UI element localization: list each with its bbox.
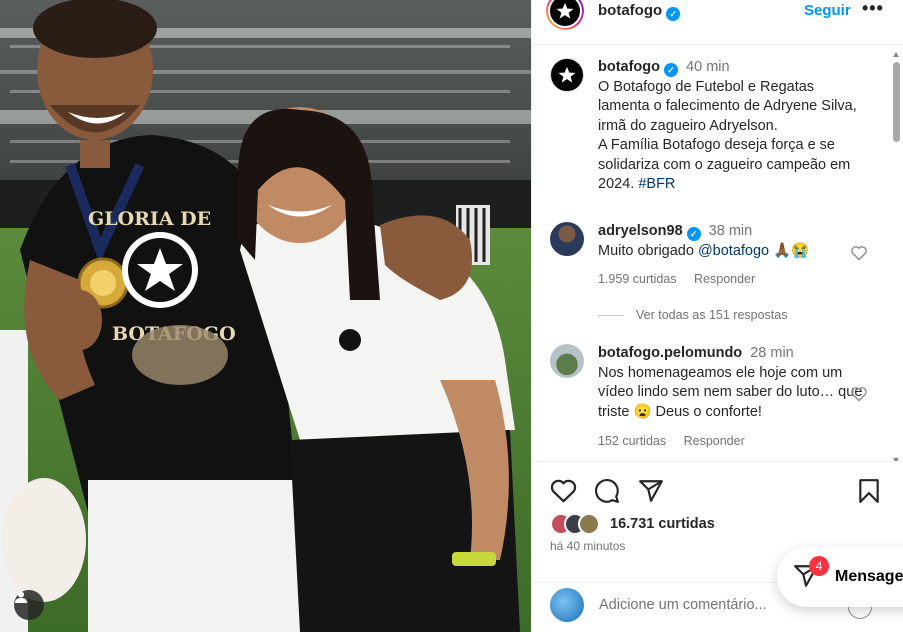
verified-badge-icon: ✓: [686, 227, 701, 241]
hashtag-link[interactable]: #BFR: [638, 176, 675, 192]
likes-summary[interactable]: 16.731 curtidas: [550, 512, 715, 536]
photo-illustration: GLORIA DE BOTAFOGO: [0, 0, 531, 632]
caption-username[interactable]: botafogo: [598, 59, 660, 75]
comment-meta: 152 curtidas Responder: [598, 434, 759, 448]
reply-button[interactable]: Responder: [684, 434, 745, 448]
tagged-users-button[interactable]: [14, 590, 44, 620]
verified-badge-icon: ✓: [666, 7, 681, 21]
scroll-down-arrow-icon[interactable]: [893, 458, 899, 461]
scroll-up-arrow-icon[interactable]: [893, 52, 899, 57]
comment-likes[interactable]: 152 curtidas: [598, 434, 666, 448]
likes-count[interactable]: 16.731 curtidas: [610, 516, 715, 532]
author-avatar[interactable]: [546, 0, 584, 30]
more-options-icon[interactable]: •••: [862, 0, 884, 19]
author-username[interactable]: botafogo: [598, 2, 662, 19]
post-photo[interactable]: GLORIA DE BOTAFOGO: [0, 0, 531, 632]
post-timestamp[interactable]: há 40 minutos: [550, 539, 625, 553]
scrollbar-thumb[interactable]: [893, 62, 900, 142]
mention-link[interactable]: @botafogo: [698, 243, 769, 259]
messages-label: Mensagens: [835, 568, 903, 585]
comment-text: Nos homenageamos ele hoje com um vídeo l…: [598, 364, 863, 420]
commenter-avatar[interactable]: [550, 344, 584, 378]
post-side-panel: botafogo ✓ Seguir ••• botafogo ✓ 40 min O …: [531, 0, 903, 632]
view-replies-label[interactable]: Ver todas as 151 respostas: [636, 308, 787, 322]
comments-list[interactable]: botafogo ✓ 40 min O Botafogo de Futebol e…: [532, 46, 903, 462]
caption-text: O Botafogo de Futebol e Regatas lamenta …: [598, 78, 857, 193]
commenter-avatar[interactable]: [550, 222, 584, 256]
comment-like-heart-icon[interactable]: [850, 386, 868, 402]
comments-scrollbar[interactable]: [893, 52, 900, 461]
comment-username[interactable]: adryelson98: [598, 223, 683, 239]
comment-time: 28 min: [750, 345, 794, 361]
messages-button[interactable]: 4 Mensagens: [777, 547, 903, 607]
post-actions: [532, 474, 903, 510]
like-heart-icon[interactable]: [550, 478, 577, 503]
unread-badge: 4: [809, 556, 829, 576]
comment-like-heart-icon[interactable]: [850, 245, 868, 261]
replies-divider: [598, 314, 624, 316]
post-header: botafogo ✓ Seguir •••: [532, 0, 903, 45]
liker-avatar: [578, 513, 600, 535]
botafogo-logo-icon: [558, 66, 576, 83]
botafogo-logo-icon: [550, 0, 580, 26]
caption-time: 40 min: [686, 59, 730, 75]
caption-avatar[interactable]: [550, 58, 584, 92]
comment-meta: 1.959 curtidas Responder: [598, 272, 769, 286]
verified-badge-icon: ✓: [664, 63, 679, 77]
share-send-icon[interactable]: [638, 478, 664, 504]
person-icon: [15, 591, 27, 603]
current-user-avatar: [550, 588, 584, 622]
comment-likes[interactable]: 1.959 curtidas: [598, 272, 677, 286]
reply-button[interactable]: Responder: [694, 272, 755, 286]
comment-text: Muito obrigado: [598, 242, 694, 259]
shirt-text: GLORIA DE: [88, 208, 211, 230]
comment-username[interactable]: botafogo.pelomundo: [598, 345, 742, 361]
save-bookmark-icon[interactable]: [858, 478, 880, 504]
comment-emoji: 🙏🏾😭: [773, 242, 810, 259]
follow-button[interactable]: Seguir: [804, 2, 851, 19]
comment-input[interactable]: Adicione um comentário...: [599, 597, 767, 613]
comment-bubble-icon[interactable]: [594, 478, 620, 504]
view-replies-button[interactable]: Ver todas as 151 respostas: [598, 308, 787, 322]
comment-time: 38 min: [708, 223, 753, 239]
